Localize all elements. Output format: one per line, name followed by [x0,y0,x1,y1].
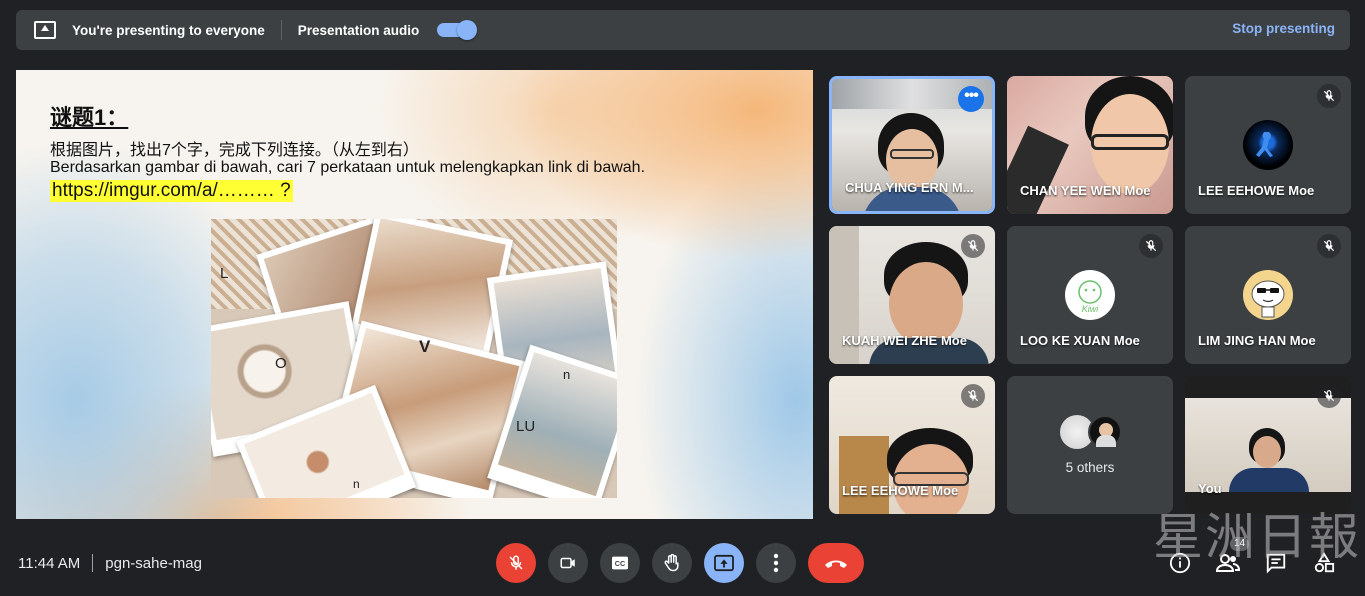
slide-instruction-chinese: 根据图片，找出7个字，完成下列连接。（从左到右） [50,142,419,159]
presentation-audio-label: Presentation audio [297,22,420,38]
slide-link-text: https://imgur.com/a/……… ? [50,180,293,202]
avatar-label: Kiwi [1081,304,1099,314]
participant-name: LOO KE XUAN Moe [1020,333,1140,348]
participant-name: CHUA YING ERN M... [845,180,974,195]
microphone-toggle-button[interactable] [496,543,536,583]
muted-microphone-icon [961,234,985,258]
avatar [1243,120,1293,170]
collage-letter: L [220,265,229,282]
newspaper-watermark: 星洲日報 [1153,508,1361,566]
collage-letter: n [353,477,360,491]
presenting-status-text: You're presenting to everyone [72,22,265,38]
participant-tile[interactable]: LEE EEHOWE Moe [829,376,995,514]
participant-name: LIM JING HAN Moe [1198,333,1316,348]
participant-tile[interactable]: CHAN YEE WEN Moe [1007,76,1173,214]
muted-microphone-icon [1139,234,1163,258]
participant-name: LEE EEHOWE Moe [1198,183,1315,198]
photo-collage-image: L O V n LU n [211,219,617,498]
muted-microphone-icon [961,384,985,408]
stop-presenting-button[interactable]: Stop presenting [1232,21,1335,36]
more-options-icon[interactable]: ••• [958,86,984,112]
raise-hand-button[interactable] [652,543,692,583]
collage-letter: O [275,355,287,372]
banner-divider [280,20,282,40]
presenting-banner: You're presenting to everyone Presentati… [16,10,1350,50]
participant-tile[interactable]: KUAH WEI ZHE Moe [829,226,995,364]
collage-letter: n [563,367,571,382]
participant-name: You [1198,481,1222,496]
others-avatar-group [1060,413,1130,449]
participant-tile[interactable]: ••• CHUA YING ERN M... [829,76,995,214]
meeting-details: 11:44 AM pgn-sahe-mag [18,554,202,572]
avatar: Kiwi [1065,270,1115,320]
more-vert-icon [773,553,779,573]
participant-tile[interactable]: LIM JING HAN Moe [1185,226,1351,364]
others-tile[interactable]: 5 others [1007,376,1173,514]
leave-call-button[interactable] [808,543,864,583]
participant-tile[interactable]: LEE EEHOWE Moe [1185,76,1351,214]
hang-up-icon [825,560,847,568]
camera-toggle-button[interactable] [548,543,588,583]
present-screen-icon [714,554,734,572]
participant-name: CHAN YEE WEN Moe [1020,183,1151,198]
mic-off-icon [509,555,523,570]
hand-icon [664,553,679,572]
collage-letter: V [419,337,431,356]
participant-tile[interactable]: Kiwi LOO KE XUAN Moe [1007,226,1173,364]
slide-instruction-malay: Berdasarkan gambar di bawah, cari 7 perk… [50,159,646,176]
svg-text:CC: CC [615,559,625,568]
participant-name: KUAH WEI ZHE Moe [842,333,967,348]
camera-icon [560,557,575,569]
presentation-slide: 谜题1： 根据图片，找出7个字，完成下列连接。（从左到右） Berdasarka… [16,70,813,519]
present-now-button[interactable] [704,543,744,583]
muted-microphone-icon [1317,384,1341,408]
participant-tile[interactable]: You [1185,376,1351,514]
meeting-code[interactable]: pgn-sahe-mag [105,555,202,572]
participant-name: LEE EEHOWE Moe [842,483,959,498]
others-count-label: 5 others [1065,460,1115,475]
captions-button[interactable]: CC [600,543,640,583]
present-screen-icon [34,21,56,39]
captions-icon: CC [612,556,628,570]
collage-letter: LU [516,418,536,435]
muted-microphone-icon [1317,84,1341,108]
bottom-divider [92,554,94,572]
slide-title: 谜题1： [50,105,129,130]
more-options-button[interactable] [756,543,796,583]
muted-microphone-icon [1317,234,1341,258]
clock-time: 11:44 AM [18,554,81,572]
avatar [1243,270,1293,320]
presentation-audio-toggle[interactable] [437,20,478,40]
